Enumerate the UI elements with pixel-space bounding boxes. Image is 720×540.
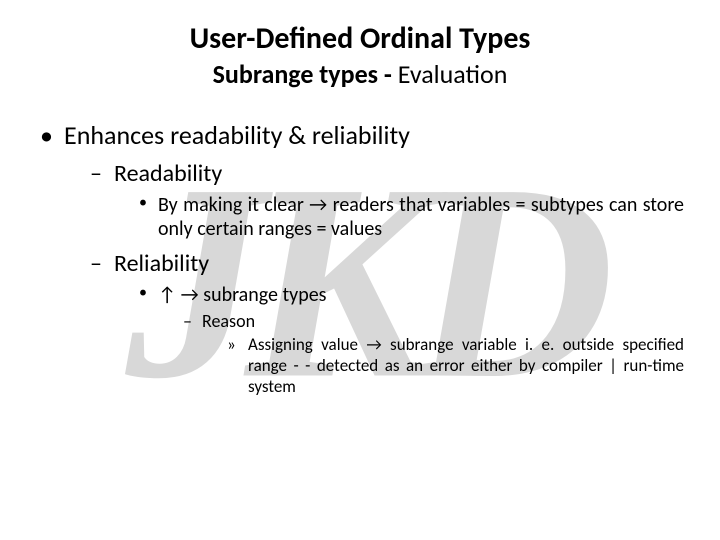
- bullet-l5-reason-text: Assigning value → subrange variable i. e…: [248, 334, 684, 396]
- slide-subtitle-rest: Evaluation: [398, 58, 508, 90]
- slide-body: Enhances readability & reliability Reada…: [36, 120, 684, 398]
- bullet-l4-reason: Reason Assigning value → subrange variab…: [180, 311, 684, 397]
- bullet-l3-reliability-detail: ↑ → subrange types Reason Assigning valu…: [136, 283, 684, 398]
- bullet-l2-readability: Readability By making it clear → readers…: [86, 159, 684, 241]
- bullet-l2-reliability-text: Reliability: [114, 249, 209, 278]
- slide-subtitle: Subrange types - Evaluation: [36, 59, 684, 90]
- bullet-l2-reliability: Reliability ↑ → subrange types Reason: [86, 249, 684, 397]
- bullet-l2-readability-text: Readability: [114, 159, 222, 188]
- bullet-l1-text: Enhances readability & reliability: [64, 119, 410, 151]
- slide-subtitle-bold: Subrange types -: [213, 58, 398, 90]
- bullet-l3-readability-detail: By making it clear → readers that variab…: [136, 193, 684, 242]
- bullet-l3-readability-text: By making it clear → readers that variab…: [158, 193, 684, 241]
- slide-title: User-Defined Ordinal Types: [36, 22, 684, 57]
- slide: User-Defined Ordinal Types Subrange type…: [0, 0, 720, 540]
- bullet-l1: Enhances readability & reliability Reada…: [36, 120, 684, 398]
- bullet-l3-reliability-text: ↑ → subrange types: [158, 283, 327, 307]
- bullet-l4-reason-text: Reason: [202, 310, 255, 332]
- bullet-l5-reason-detail: Assigning value → subrange variable i. e…: [224, 335, 684, 397]
